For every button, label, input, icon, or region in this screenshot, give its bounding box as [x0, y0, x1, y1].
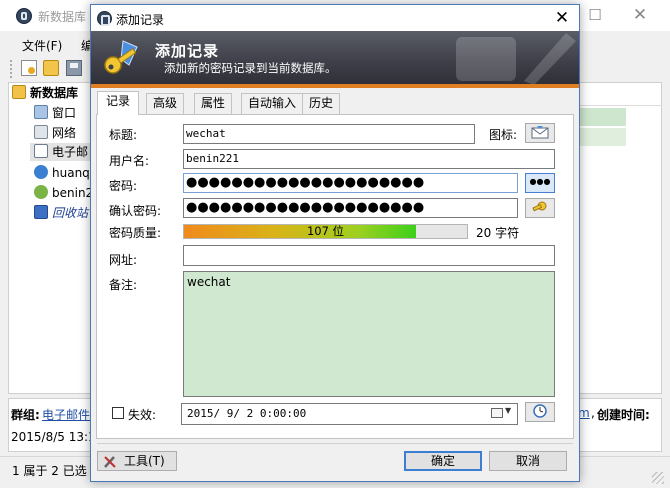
repeat-password-field[interactable]: ●●●●●●●●●●●●●●●●●●●●● [183, 198, 518, 218]
folder-icon [12, 85, 26, 99]
email-icon [531, 126, 549, 139]
clock-icon [533, 404, 547, 418]
keepass-app-icon [16, 8, 32, 24]
details-separator: , [591, 406, 595, 420]
tree-item-label: 网络 [52, 126, 77, 140]
cancel-button[interactable]: 取消 [489, 451, 567, 471]
tree-item-label: 电子邮 [52, 145, 89, 159]
key-icon [532, 201, 547, 212]
tree-item-label: 窗口 [52, 106, 77, 120]
network-icon [34, 125, 48, 139]
toolbar-grip [10, 60, 14, 78]
add-entry-dialog: 添加记录 ✕ 添加记录 添加新的密码记录到当前数据库。 记录 高级 属性 自动输… [90, 4, 580, 482]
expiry-value: 2015/ 9/ 2 0:00:00 [187, 407, 307, 420]
url-label: 网址: [109, 253, 138, 267]
tree-item-label: 新数据库 [30, 86, 79, 100]
menu-file[interactable]: 文件(F) [22, 37, 62, 54]
chevron-down-icon[interactable]: ▼ [505, 406, 511, 415]
tab-record[interactable]: 记录 [97, 91, 140, 115]
tab-history[interactable]: 历史 [302, 93, 341, 114]
url-field[interactable] [183, 245, 555, 266]
status-text: 1 属于 2 已选 [12, 464, 87, 478]
key-icon [99, 37, 143, 81]
tab-auto-type[interactable]: 自动输入 [241, 93, 304, 114]
ok-button[interactable]: 确定 [404, 451, 482, 471]
window-icon [34, 105, 48, 119]
icon-picker-button[interactable] [525, 123, 555, 143]
dialog-title: 添加记录 [116, 13, 165, 27]
recycle-bin-icon [34, 205, 48, 219]
password-generator-button[interactable] [525, 198, 555, 218]
main-window-title: 新数据库 [38, 10, 87, 24]
dialog-titlebar [91, 5, 579, 31]
title-field[interactable]: wechat [183, 124, 475, 144]
details-date: 2015/8/5 13:1 [11, 430, 96, 444]
tree-item-root[interactable]: 新数据库 [12, 84, 78, 102]
quality-bits: 107 位 [306, 224, 345, 238]
close-window-button[interactable]: ✕ [630, 6, 650, 24]
calendar-icon[interactable] [491, 408, 503, 418]
resize-grip[interactable] [652, 472, 664, 484]
tab-advanced[interactable]: 高级 [146, 93, 185, 114]
tree-item-huanq[interactable]: huanq [34, 164, 90, 182]
banner-watermark-icon [446, 31, 579, 85]
tools-icon [103, 455, 117, 468]
users-icon [34, 185, 48, 199]
title-label: 标题: [109, 128, 138, 142]
banner-accent-stripe [91, 84, 579, 88]
username-label: 用户名: [109, 154, 150, 168]
keepass-app-icon [97, 11, 112, 26]
details-group-label: 群组: [11, 408, 40, 422]
details-group-link[interactable]: 电子邮件 [42, 406, 90, 423]
toggle-password-visibility-button[interactable]: ●●● [525, 173, 555, 193]
entry-row[interactable] [578, 108, 626, 126]
quality-label: 密码质量: [109, 226, 162, 240]
entry-list-header [578, 86, 662, 106]
tree-item-label: huanq [52, 166, 90, 180]
tree-item-recycle-bin[interactable]: 回收站 [34, 204, 88, 222]
notes-textarea[interactable]: wechat [183, 271, 555, 397]
password-label: 密码: [109, 179, 138, 193]
entry-row[interactable] [578, 128, 626, 146]
globe-icon [34, 165, 48, 179]
expires-label: 失效: [128, 408, 157, 422]
quality-char-count: 20 字符 [476, 226, 520, 240]
save-icon[interactable] [66, 60, 82, 76]
dialog-close-icon[interactable]: ✕ [551, 7, 573, 29]
tree-item-benin[interactable]: benin2 [34, 184, 93, 202]
tree-item-network[interactable]: 网络 [34, 124, 76, 142]
icon-label: 图标: [489, 128, 518, 142]
password-field[interactable]: ●●●●●●●●●●●●●●●●●●●●● [183, 173, 518, 193]
notes-label: 备注: [109, 278, 138, 292]
maximize-button[interactable]: ☐ [585, 6, 605, 24]
username-field[interactable]: benin221 [183, 149, 555, 169]
dialog-separator [97, 443, 573, 444]
banner-subtitle: 添加新的密码记录到当前数据库。 [164, 61, 337, 75]
repeat-password-label: 确认密码: [109, 204, 162, 218]
tab-properties[interactable]: 属性 [194, 93, 233, 114]
tree-item-email[interactable]: 电子邮 [30, 143, 94, 161]
tree-item-label: 回收站 [52, 206, 89, 220]
tree-item-window[interactable]: 窗口 [34, 104, 76, 122]
new-database-icon[interactable] [21, 60, 37, 76]
banner-heading: 添加记录 [155, 42, 220, 60]
details-created-label: 创建时间: [597, 408, 650, 422]
tree-item-label: benin2 [52, 186, 94, 200]
expiry-presets-button[interactable] [525, 402, 555, 422]
expires-checkbox[interactable] [112, 407, 124, 419]
email-icon [34, 144, 48, 158]
open-folder-icon[interactable] [43, 60, 59, 76]
